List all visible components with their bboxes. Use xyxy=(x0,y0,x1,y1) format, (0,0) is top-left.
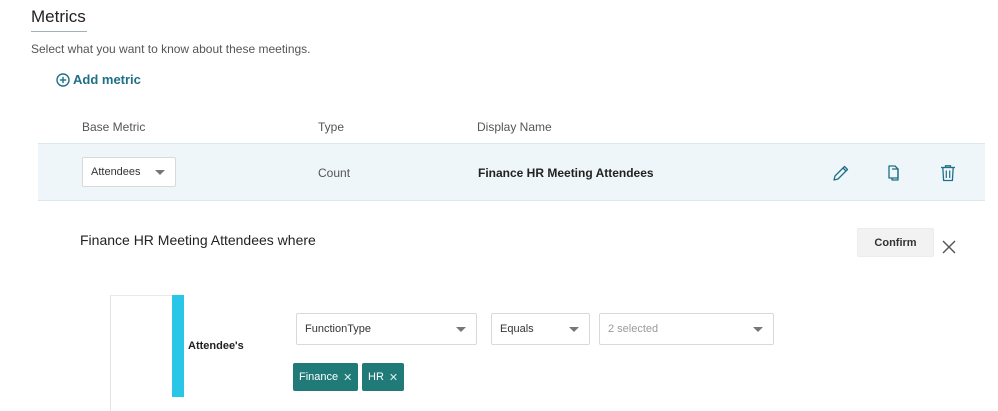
close-icon xyxy=(941,239,957,255)
column-header-type: Type xyxy=(318,120,345,134)
condition-group-border xyxy=(110,295,111,411)
chevron-down-icon xyxy=(569,327,579,332)
title-underline xyxy=(31,31,87,32)
metric-row: Attendees Count Finance HR Meeting Atten… xyxy=(38,143,985,201)
value-chip-hr: HR ✕ xyxy=(362,363,405,391)
page-title: Metrics xyxy=(31,7,86,26)
close-icon[interactable]: ✕ xyxy=(343,371,352,384)
filter-heading: Finance HR Meeting Attendees where xyxy=(80,232,316,248)
add-metric-button[interactable]: Add metric xyxy=(56,72,141,87)
metrics-page: Metrics Select what you want to know abo… xyxy=(0,0,998,411)
chevron-down-icon xyxy=(753,327,763,332)
duplicate-button[interactable] xyxy=(885,163,905,183)
page-subtitle: Select what you want to know about these… xyxy=(31,42,311,56)
values-select[interactable]: 2 selected xyxy=(599,313,774,345)
operator-select-value: Equals xyxy=(500,323,534,335)
base-metric-value: Attendees xyxy=(91,166,141,178)
chevron-down-icon xyxy=(456,327,466,332)
trash-icon xyxy=(938,163,958,183)
metric-type: Count xyxy=(318,166,351,180)
operator-select[interactable]: Equals xyxy=(491,313,590,345)
chip-label: HR xyxy=(368,371,384,383)
pencil-icon xyxy=(831,163,851,183)
values-select-placeholder: 2 selected xyxy=(608,323,659,335)
confirm-button[interactable]: Confirm xyxy=(857,228,934,257)
field-select-value: FunctionType xyxy=(305,323,372,335)
delete-button[interactable] xyxy=(938,163,958,183)
add-metric-label: Add metric xyxy=(73,72,141,87)
close-icon[interactable]: ✕ xyxy=(389,371,398,384)
chip-label: Finance xyxy=(299,371,339,383)
condition-subject: Attendee's xyxy=(188,340,244,352)
condition-group-bar xyxy=(172,295,184,397)
plus-circle-icon xyxy=(56,72,70,87)
copy-icon xyxy=(885,163,905,183)
metric-display-name: Finance HR Meeting Attendees xyxy=(478,166,654,180)
edit-button[interactable] xyxy=(831,163,851,183)
condition-group-top-border xyxy=(110,295,172,296)
chevron-down-icon xyxy=(155,170,165,175)
field-select[interactable]: FunctionType xyxy=(296,313,477,345)
column-header-base-metric: Base Metric xyxy=(82,120,146,134)
base-metric-select[interactable]: Attendees xyxy=(82,157,176,187)
value-chip-finance: Finance ✕ xyxy=(293,363,359,391)
close-button[interactable] xyxy=(941,239,957,255)
column-header-display-name: Display Name xyxy=(477,120,552,134)
